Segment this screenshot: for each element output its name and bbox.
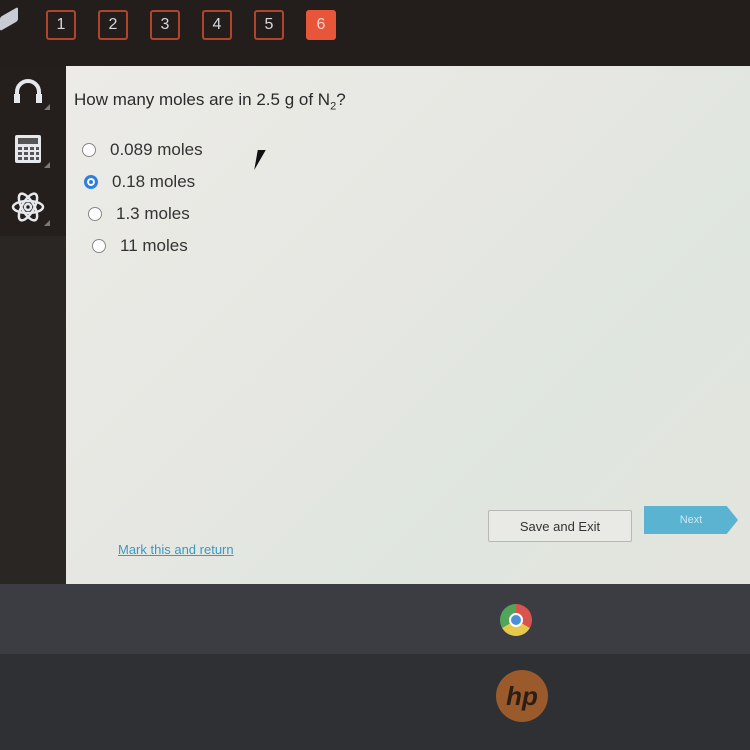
headphones-icon [14, 79, 42, 103]
answer-option[interactable]: 1.3 moles [88, 198, 203, 230]
question-text-end: ? [336, 90, 346, 109]
sidebar-background [0, 236, 66, 596]
radio-button[interactable] [82, 143, 96, 157]
question-text: How many moles are in 2.5 g of N2? [74, 90, 346, 112]
next-button[interactable]: Next [644, 506, 738, 534]
save-and-exit-button[interactable]: Save and Exit [488, 510, 632, 542]
option-label: 0.18 moles [112, 172, 196, 191]
pencil-icon[interactable] [0, 6, 18, 32]
calculator-icon [15, 135, 41, 163]
periodic-table-tool[interactable] [0, 182, 56, 232]
question-nav: 1 2 3 4 5 6 [46, 10, 336, 40]
question-1-button[interactable]: 1 [46, 10, 76, 40]
expand-indicator [44, 104, 50, 110]
taskbar [0, 584, 750, 654]
option-label: 11 moles [120, 236, 188, 255]
question-panel: How many moles are in 2.5 g of N2? 0.089… [66, 66, 750, 584]
question-2-button[interactable]: 2 [98, 10, 128, 40]
question-text-main: How many moles are in 2.5 g of N [74, 90, 331, 109]
question-5-button[interactable]: 5 [254, 10, 284, 40]
tools-sidebar [0, 66, 66, 236]
chrome-icon[interactable] [500, 604, 532, 636]
atom-icon [11, 192, 45, 222]
headphones-tool[interactable] [0, 66, 56, 116]
radio-button[interactable] [88, 207, 102, 221]
mark-and-return-link[interactable]: Mark this and return [118, 542, 234, 557]
expand-indicator [44, 220, 50, 226]
answer-option[interactable]: 0.089 moles [82, 134, 203, 166]
question-navigation-bar: 1 2 3 4 5 6 [0, 0, 750, 66]
radio-button[interactable] [92, 239, 106, 253]
answer-options: 0.089 moles 0.18 moles 1.3 moles 11 mole… [82, 134, 203, 262]
answer-option[interactable]: 0.18 moles [84, 166, 203, 198]
question-6-button[interactable]: 6 [306, 10, 336, 40]
question-4-button[interactable]: 4 [202, 10, 232, 40]
expand-indicator [44, 162, 50, 168]
answer-option[interactable]: 11 moles [92, 230, 203, 262]
option-label: 0.089 moles [110, 140, 203, 159]
radio-button-selected[interactable] [84, 175, 98, 189]
hp-logo: hp [496, 670, 548, 722]
calculator-tool[interactable] [0, 124, 56, 174]
option-label: 1.3 moles [116, 204, 190, 223]
question-3-button[interactable]: 3 [150, 10, 180, 40]
